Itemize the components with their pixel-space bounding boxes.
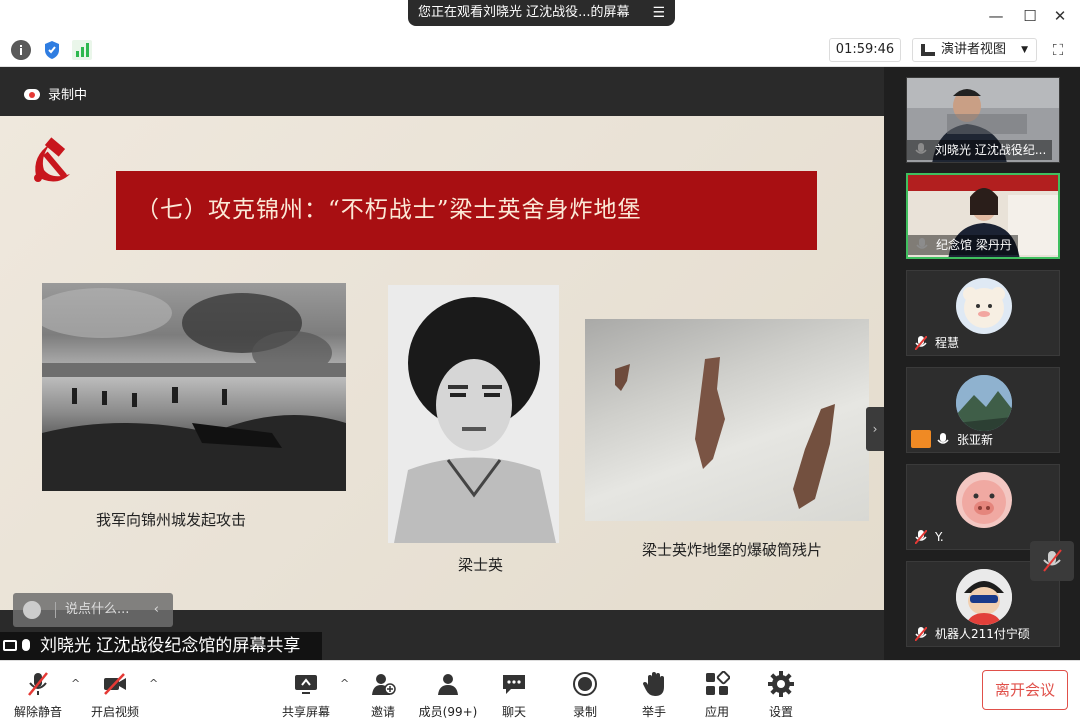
danmaku-input[interactable]: 说点什么... ‹	[13, 593, 173, 627]
gear-icon	[768, 671, 794, 697]
avatar	[956, 375, 1012, 431]
menu-icon[interactable]: ☰	[652, 0, 665, 26]
members-icon	[438, 674, 458, 695]
portrait-photo	[388, 285, 559, 543]
recording-label: 录制中	[48, 88, 88, 103]
chevron-up-icon[interactable]: ^	[149, 677, 158, 690]
floating-mute-button[interactable]	[1030, 541, 1074, 581]
slide-title: （七）攻克锦州：“不朽战士”梁士英舍身炸地堡	[136, 197, 642, 223]
record-label: 录制	[572, 705, 597, 719]
bottom-control-bar: 解除静音 ^ 开启视频 ^ 共享屏幕 ^ 邀请 成员(99+) 聊天 录制 举手…	[0, 660, 1080, 720]
cloud-record-icon	[24, 89, 40, 100]
participant-name: 程慧	[935, 336, 960, 350]
apps-button[interactable]: 应用	[682, 665, 752, 719]
unmute-button[interactable]: 解除静音	[3, 665, 73, 719]
share-screen-icon	[295, 675, 317, 694]
view-label: 演讲者视图	[941, 42, 1007, 57]
members-label: 成员(99+)	[418, 705, 478, 719]
record-button[interactable]: 录制	[550, 665, 620, 719]
screen-share-area: 录制中 （七）攻克锦州：“不朽战士”梁士英舍身炸地堡 我军向锦州城发起攻击 梁士…	[0, 67, 884, 660]
fragments-caption: 梁士英炸地堡的爆破筒残片	[642, 541, 823, 559]
recording-indicator: 录制中	[24, 84, 87, 103]
share-screen-button[interactable]: 共享屏幕	[271, 665, 341, 719]
collapse-gallery-button[interactable]: ›	[866, 407, 884, 451]
members-button[interactable]: 成员(99+)	[413, 665, 483, 719]
minimize-button[interactable]: —	[986, 6, 1006, 26]
participant-tile[interactable]: 刘晓光 辽沈战役纪...	[906, 77, 1060, 163]
sharing-title-pill[interactable]: 您正在观看刘晓光 辽沈战役...的屏幕 ☰	[408, 0, 675, 26]
settings-label: 设置	[768, 705, 793, 719]
meeting-timer: 01:59:46	[829, 38, 901, 62]
portrait-caption: 梁士英	[458, 556, 504, 574]
sharer-label: 刘晓光 辽沈战役纪念馆的屏幕共享	[0, 632, 322, 660]
blasting-tube-fragments-photo	[585, 319, 869, 521]
avatar	[956, 472, 1012, 528]
avatar	[956, 569, 1012, 625]
hand-icon	[643, 672, 664, 696]
sharer-name: 刘晓光 辽沈战役纪念馆的屏幕共享	[40, 636, 301, 656]
participant-tile[interactable]: 程慧	[906, 270, 1060, 356]
mic-icon	[22, 639, 30, 651]
share-screen-label: 共享屏幕	[281, 705, 330, 719]
shield-icon[interactable]	[42, 40, 62, 60]
leave-meeting-button[interactable]: 离开会议	[982, 670, 1068, 710]
battle-photo	[42, 283, 346, 491]
record-icon	[573, 672, 597, 696]
chevron-up-icon[interactable]: ^	[71, 677, 80, 690]
participant-tile-active-speaker[interactable]: 纪念馆 梁丹丹	[906, 173, 1060, 259]
raise-hand-button[interactable]: 举手	[619, 665, 689, 719]
participant-name: 刘晓光 辽沈战役纪...	[907, 140, 1053, 160]
participant-tile[interactable]: 张亚新	[906, 367, 1060, 453]
participant-name: 纪念馆 梁丹丹	[908, 235, 1018, 255]
settings-button[interactable]: 设置	[746, 665, 816, 719]
window-title: 您正在观看刘晓光 辽沈战役...的屏幕	[418, 5, 630, 20]
invite-label: 邀请	[370, 705, 395, 719]
chat-placeholder: 说点什么...	[65, 602, 130, 617]
invite-button[interactable]: 邀请	[348, 665, 418, 719]
chat-button[interactable]: 聊天	[479, 665, 549, 719]
hammer-sickle-icon	[34, 137, 70, 182]
battle-caption: 我军向锦州城发起攻击	[96, 511, 247, 529]
divider	[55, 602, 56, 618]
slide-title-banner: （七）攻克锦州：“不朽战士”梁士英舍身炸地堡	[116, 171, 817, 250]
speaker-view-button[interactable]: 演讲者视图 ▼	[912, 38, 1037, 62]
unmute-label: 解除静音	[13, 705, 62, 719]
participant-name: 机器人211付宁硕	[935, 627, 1030, 641]
start-video-button[interactable]: 开启视频	[80, 665, 150, 719]
camera-off-icon	[104, 673, 126, 695]
title-bar: 您正在观看刘晓光 辽沈战役...的屏幕 ☰ — ☐ ✕	[0, 0, 1080, 34]
start-video-label: 开启视频	[90, 705, 139, 719]
layout-icon	[921, 44, 935, 56]
chat-icon	[503, 675, 525, 694]
close-button[interactable]: ✕	[1050, 6, 1070, 26]
info-icon[interactable]	[11, 40, 31, 60]
chat-label: 聊天	[501, 705, 526, 719]
meeting-toolbar: 01:59:46 演讲者视图 ▼ ⛶	[0, 34, 1080, 67]
apps-label: 应用	[704, 705, 729, 719]
screen-share-icon	[3, 640, 17, 651]
raise-hand-label: 举手	[641, 705, 666, 719]
avatar	[956, 278, 1012, 334]
maximize-button[interactable]: ☐	[1020, 6, 1040, 26]
mic-muted-icon	[28, 672, 48, 696]
apps-icon	[706, 670, 731, 695]
presentation-slide: （七）攻克锦州：“不朽战士”梁士英舍身炸地堡 我军向锦州城发起攻击 梁士英 梁士…	[0, 116, 884, 627]
add-person-icon	[372, 674, 396, 695]
chevron-down-icon: ▼	[1021, 45, 1028, 55]
fullscreen-icon[interactable]: ⛶	[1048, 40, 1068, 60]
participant-name: 张亚新	[957, 433, 994, 447]
mic-muted-icon	[1043, 549, 1062, 572]
participant-tile[interactable]: Y.	[906, 464, 1060, 550]
participant-name: Y.	[935, 530, 944, 544]
signal-icon[interactable]	[72, 40, 92, 60]
collapse-arrow-icon[interactable]: ‹	[154, 593, 159, 627]
emoji-icon[interactable]	[23, 601, 41, 619]
